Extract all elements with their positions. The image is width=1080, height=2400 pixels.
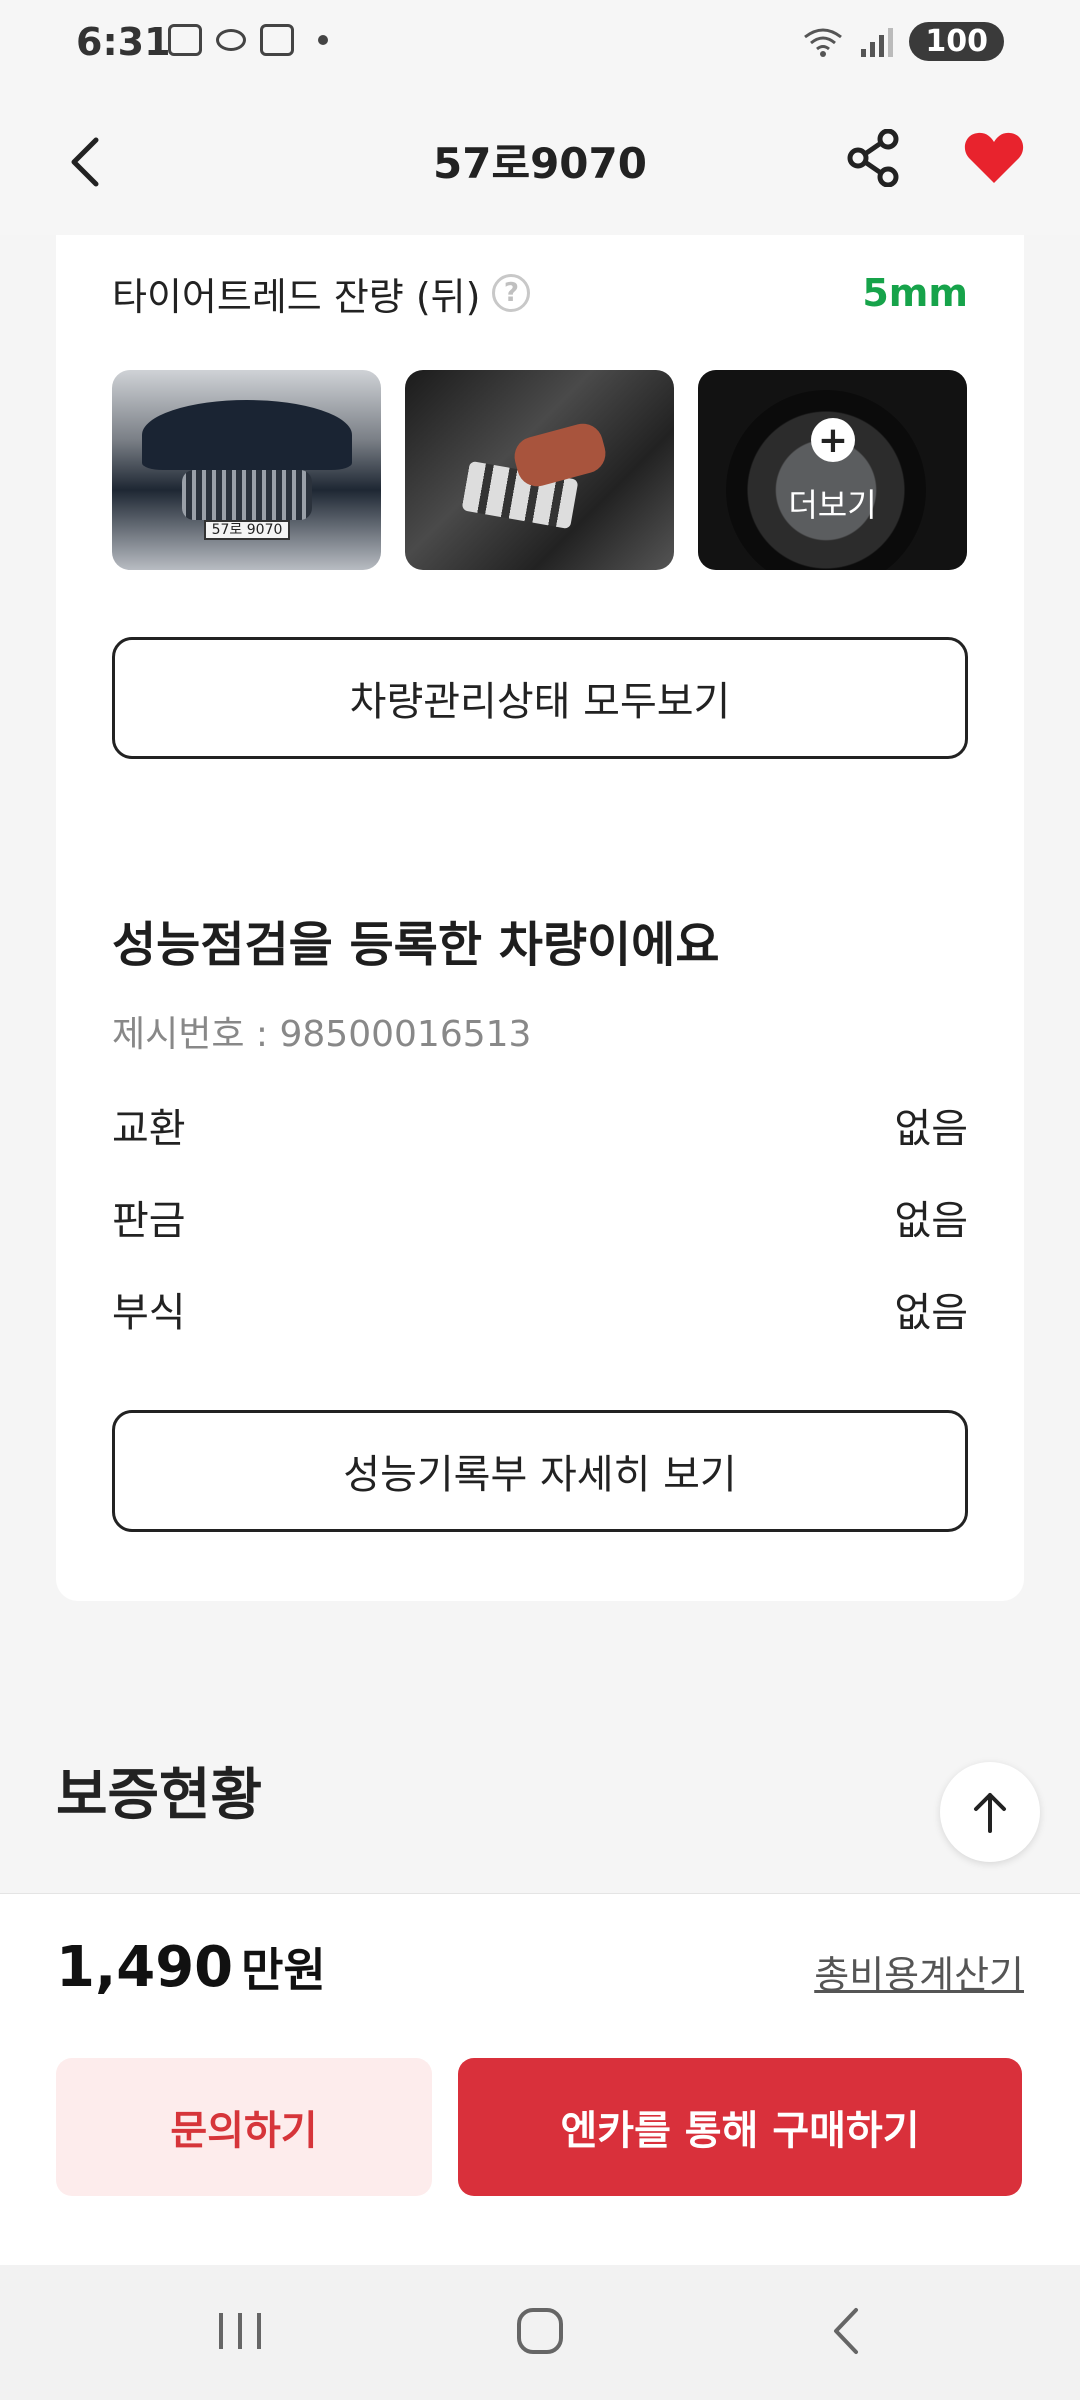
calendar-icon bbox=[260, 24, 294, 56]
app-bar: 57로9070 bbox=[0, 90, 1080, 235]
status-system-icons: 100 bbox=[801, 22, 1004, 61]
more-photos-label: 더보기 bbox=[788, 486, 877, 524]
performance-check-title: 성능점검을 등록한 차량이에요 bbox=[112, 917, 720, 973]
battery-indicator: 100 bbox=[909, 22, 1004, 61]
vehicle-photo-front[interactable]: 57로 9070 bbox=[112, 370, 381, 570]
scroll-to-top-button[interactable] bbox=[940, 1762, 1040, 1862]
screenshot-icon bbox=[168, 24, 202, 56]
spec-label: 판금 bbox=[112, 1198, 186, 1244]
arrow-up-icon bbox=[974, 1793, 1006, 1833]
total-cost-calculator-link[interactable]: 총비용계산기 bbox=[814, 1944, 1024, 1999]
status-bar: 6:31 100 bbox=[0, 0, 1080, 90]
recent-apps-button[interactable] bbox=[200, 2301, 280, 2361]
wifi-icon bbox=[804, 28, 843, 57]
help-icon[interactable]: ? bbox=[492, 274, 531, 312]
view-all-management-button[interactable]: 차량관리상태 모두보기 bbox=[112, 637, 968, 759]
spec-label: 교환 bbox=[112, 1106, 186, 1152]
home-button[interactable] bbox=[500, 2301, 580, 2361]
price-display: 1,490 만원 bbox=[56, 1934, 326, 2000]
buy-through-encar-button[interactable]: 엔카를 통해 구매하기 bbox=[458, 2058, 1022, 2196]
purchase-bar: 1,490 만원 총비용계산기 문의하기 엔카를 통해 구매하기 bbox=[0, 1893, 1080, 2265]
spec-label: 부식 bbox=[112, 1290, 186, 1336]
tire-tread-label-group: 타이어트레드 잔량 (뒤) ? bbox=[112, 266, 531, 321]
spec-value: 없음 bbox=[894, 1106, 968, 1152]
plus-icon: + bbox=[811, 418, 855, 462]
spec-value: 없음 bbox=[894, 1198, 968, 1244]
chevron-left-icon bbox=[834, 2308, 858, 2354]
system-back-button[interactable] bbox=[806, 2301, 886, 2361]
vehicle-condition-card: 타이어트레드 잔량 (뒤) ? 5mm 57로 9070 + 더보기 차량관리상… bbox=[56, 235, 1024, 1601]
car-grille-shape bbox=[182, 470, 312, 520]
car-key-shape bbox=[510, 419, 610, 491]
dot-icon bbox=[318, 35, 328, 45]
recent-apps-icon bbox=[219, 2313, 261, 2349]
price-number: 1,490 bbox=[56, 1935, 234, 2000]
vehicle-photo-wheel-more[interactable]: + 더보기 bbox=[698, 370, 967, 570]
status-notification-icons bbox=[168, 24, 328, 56]
photo-overlay bbox=[698, 370, 967, 570]
page-title: 57로9070 bbox=[433, 139, 647, 188]
spec-row-panel: 판금 없음 bbox=[112, 1187, 968, 1247]
spec-row-exchange: 교환 없음 bbox=[112, 1095, 968, 1155]
car-hood-shape bbox=[142, 400, 352, 470]
favorite-button[interactable] bbox=[958, 122, 1030, 194]
eye-icon bbox=[216, 29, 246, 51]
status-time: 6:31 bbox=[76, 20, 171, 64]
spec-row-corrosion: 부식 없음 bbox=[112, 1279, 968, 1339]
tire-tread-row: 타이어트레드 잔량 (뒤) ? 5mm bbox=[112, 263, 968, 323]
home-icon bbox=[517, 2308, 563, 2354]
spec-value: 없음 bbox=[894, 1290, 968, 1336]
view-performance-details-button[interactable]: 성능기록부 자세히 보기 bbox=[112, 1410, 968, 1532]
vehicle-photo-strip: 57로 9070 + 더보기 bbox=[112, 370, 968, 570]
inquiry-button[interactable]: 문의하기 bbox=[56, 2058, 432, 2196]
signal-icon bbox=[861, 27, 894, 57]
price-unit: 만원 bbox=[241, 1943, 326, 1997]
heart-icon bbox=[964, 132, 1024, 183]
vehicle-photo-interior[interactable] bbox=[405, 370, 674, 570]
share-icon bbox=[847, 129, 899, 187]
warranty-section-title: 보증현황 bbox=[56, 1763, 263, 1828]
tire-tread-label: 타이어트레드 잔량 (뒤) bbox=[112, 274, 481, 319]
tire-tread-value: 5mm bbox=[862, 271, 968, 315]
share-button[interactable] bbox=[838, 122, 910, 194]
listing-number: 제시번호 : 98500016513 bbox=[112, 1014, 532, 1055]
system-navigation-bar bbox=[0, 2265, 1080, 2400]
license-plate: 57로 9070 bbox=[204, 520, 290, 540]
